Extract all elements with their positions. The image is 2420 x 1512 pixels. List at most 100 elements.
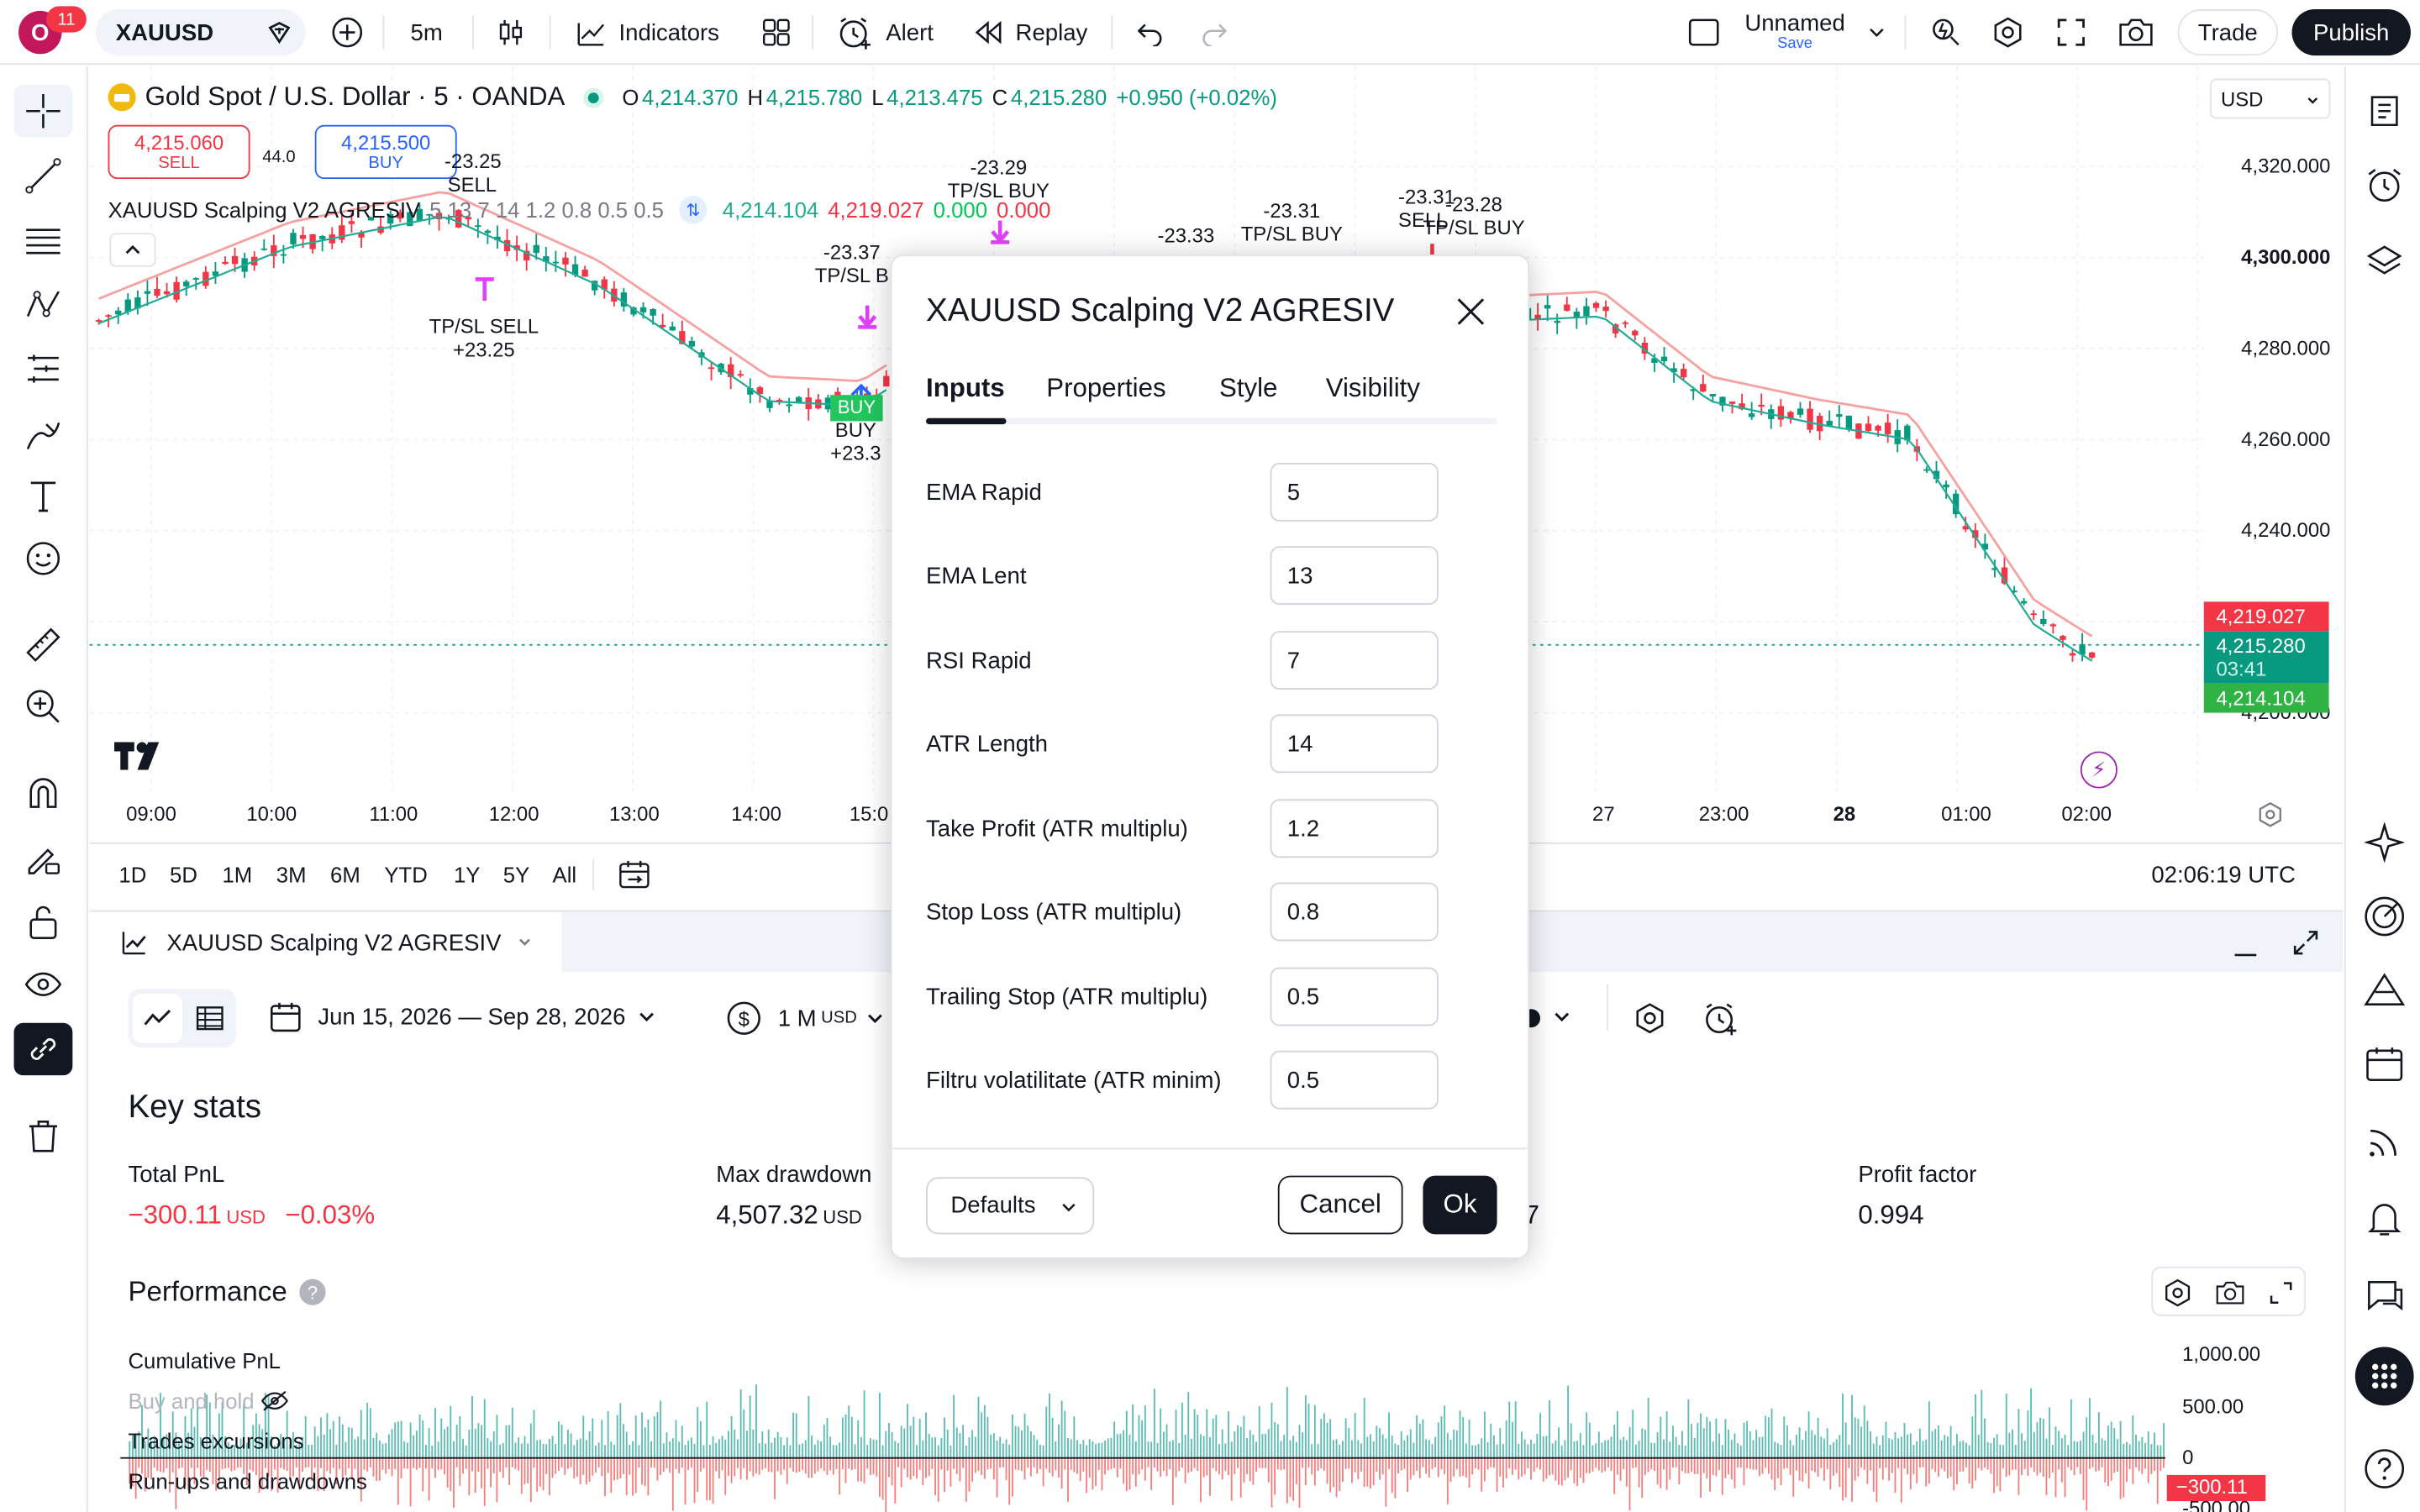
hide-tool[interactable] [14,958,73,1011]
templates-button[interactable] [760,0,793,65]
screenshot-button[interactable] [2118,0,2154,65]
legend-trades-excursions[interactable]: Trades excursions [128,1429,303,1453]
performance-chart[interactable] [90,1339,2344,1512]
goto-date-button[interactable] [618,858,651,900]
tab-properties[interactable]: Properties [1046,373,1165,404]
atr-length-input[interactable] [1270,714,1439,774]
notifications-button[interactable] [2358,1193,2410,1245]
trend-line-tool[interactable] [14,150,73,202]
strategy-tab[interactable]: XAUUSD Scalping V2 AGRESIV [89,911,562,974]
emoji-tool[interactable] [14,533,73,585]
undo-button[interactable] [1136,0,1164,65]
range-6m[interactable]: 6M [330,863,360,887]
publish-button[interactable]: Publish [2291,9,2411,56]
table-view-button[interactable] [185,994,234,1043]
layout-dropdown[interactable] [1867,0,1886,65]
chat-button[interactable] [2358,1270,2410,1322]
link-tool[interactable] [13,1022,73,1076]
capital-selector[interactable]: $ 1 M USD [725,1000,885,1037]
strategy-settings-button[interactable] [1633,1001,1666,1043]
magnet-tool[interactable] [14,767,73,819]
tab-visibility[interactable]: Visibility [1326,373,1420,404]
pattern-tool[interactable] [14,279,73,331]
ema-lent-input[interactable] [1270,546,1439,605]
currency-select[interactable]: USD [2210,78,2331,119]
strategy-alert-button[interactable] [1702,1000,1739,1044]
maximize-panel-button[interactable] [2291,927,2322,966]
fullscreen-button[interactable] [2055,0,2086,65]
ruler-tool[interactable] [14,619,73,671]
help-icon[interactable]: ? [299,1278,326,1305]
watchlist-button[interactable] [2358,85,2410,137]
object-tree-button[interactable] [2358,236,2410,288]
collapse-legend-button[interactable] [109,233,156,267]
layout-button[interactable] [1688,0,1719,65]
screener-button[interactable] [2358,964,2410,1016]
lightning-icon[interactable]: ⚡ [2080,751,2118,789]
price-axis[interactable]: USD 4,320.000 4,300.000 4,280.000 4,260.… [2203,66,2344,842]
take-profit-input[interactable] [1270,799,1439,858]
help-button[interactable] [2358,1442,2410,1494]
calendar-button[interactable] [2358,1038,2410,1090]
range-1d[interactable]: 1D [118,863,146,887]
close-button[interactable] [1454,295,1487,337]
lock-tool[interactable] [14,896,73,948]
cancel-button[interactable]: Cancel [1277,1175,1403,1235]
chart-type-button[interactable] [494,0,528,65]
trade-button[interactable]: Trade [2177,9,2278,56]
replay-button[interactable]: Replay [972,0,1087,65]
compare-symbol-icon[interactable] [266,18,293,46]
data-window-icon[interactable]: ⇅ [679,196,708,224]
text-tool[interactable] [14,470,73,522]
indicator-legend[interactable]: XAUUSD Scalping V2 AGRESIV 5 13 7 14 1.2… [108,196,1051,224]
target-button[interactable] [2358,890,2410,942]
quick-search-button[interactable] [1929,0,1963,65]
range-1m[interactable]: 1M [222,863,252,887]
eye-off-icon[interactable] [260,1390,288,1412]
add-symbol-button[interactable] [330,0,364,65]
legend-cumulative-pnl[interactable]: Cumulative PnL [128,1348,281,1373]
tradingview-logo[interactable] [113,742,166,777]
stop-loss-input[interactable] [1270,882,1439,942]
hidden-selector[interactable] [1521,1006,1577,1039]
legend-runups[interactable]: Run-ups and drawdowns [128,1469,366,1494]
utc-clock[interactable]: 02:06:19 UTC [2151,863,2296,889]
brush-tool[interactable] [14,409,73,461]
alert-button[interactable]: Alert [836,0,934,65]
redo-button[interactable] [1201,0,1228,65]
gear-icon[interactable] [2162,1278,2193,1309]
volatility-filter-input[interactable] [1270,1050,1439,1110]
rsi-rapid-input[interactable] [1270,631,1439,690]
minimize-panel-button[interactable] [2232,931,2260,966]
crosshair-tool[interactable] [13,85,73,138]
range-3m[interactable]: 3M [276,863,307,887]
defaults-dropdown[interactable]: Defaults [926,1177,1095,1235]
products-button[interactable] [2354,1347,2414,1406]
symbol-title[interactable]: Gold Spot / U.S. Dollar · 5 · OANDA [145,81,566,113]
axis-settings-button[interactable] [2256,801,2284,836]
forecast-tool[interactable] [14,344,73,396]
camera-icon[interactable] [2215,1278,2246,1309]
layout-name[interactable]: Unnamed Save [1732,11,1859,53]
ok-button[interactable]: Ok [1423,1175,1497,1235]
tab-style[interactable]: Style [1219,373,1277,404]
sell-button[interactable]: 4,215.060 SELL [108,124,250,180]
chart-view-button[interactable] [132,993,182,1043]
alerts-button[interactable] [2358,159,2410,211]
expand-icon[interactable] [2267,1279,2295,1307]
date-range-selector[interactable]: Jun 15, 2026 — Sep 28, 2026 [269,1000,657,1033]
range-5d[interactable]: 5D [170,863,197,887]
buy-button[interactable]: 4,215.500 BUY [314,124,457,180]
interval-button[interactable]: 5m [411,0,443,65]
ema-rapid-input[interactable] [1270,463,1439,522]
symbol-search[interactable]: XAUUSD [95,9,306,56]
tab-inputs[interactable]: Inputs [926,373,1005,404]
news-button[interactable] [2358,1116,2410,1168]
range-ytd[interactable]: YTD [384,863,427,887]
range-1y[interactable]: 1Y [454,863,480,887]
stay-in-drawing-tool[interactable] [14,832,73,884]
fib-tool[interactable] [14,214,73,266]
legend-buy-hold[interactable]: Buy and hold [128,1389,288,1413]
range-5y[interactable]: 5Y [503,863,529,887]
trailing-stop-input[interactable] [1270,967,1439,1026]
